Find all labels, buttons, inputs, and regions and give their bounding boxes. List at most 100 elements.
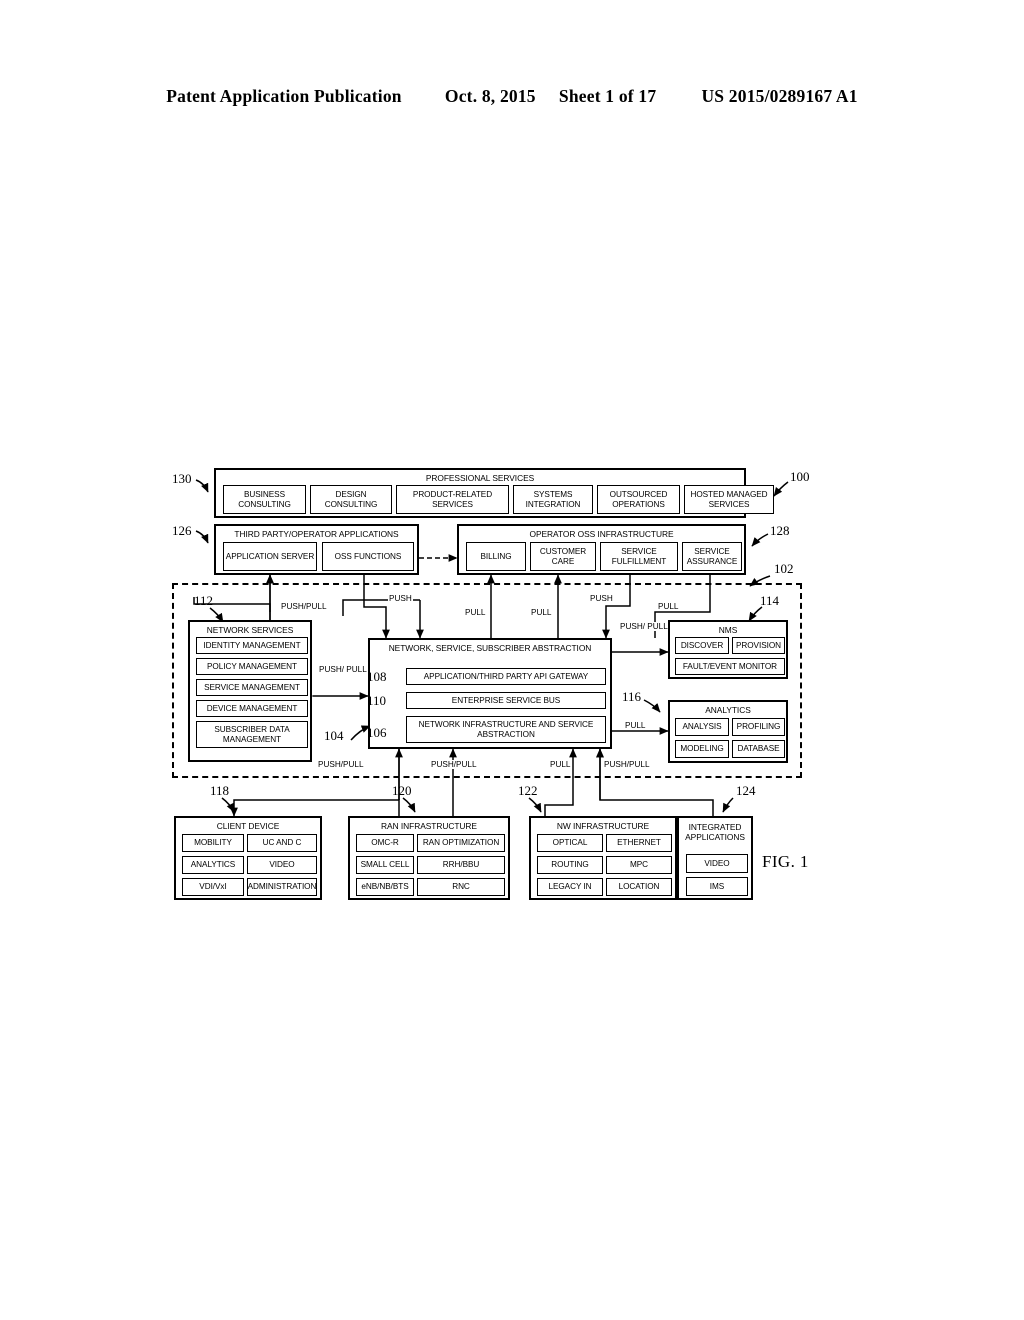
ran-item-rrh-bbu[interactable]: RRH/BBU xyxy=(417,856,505,874)
ia-item-label: VIDEO xyxy=(704,858,730,868)
ps-item-design-consulting[interactable]: DESIGN CONSULTING xyxy=(310,485,392,514)
ref-120: 120 xyxy=(392,783,412,798)
cd-item-video[interactable]: VIDEO xyxy=(247,856,317,874)
flow-label-push-pull-client: PUSH/PULL xyxy=(317,760,365,770)
ns-item-subscriber-data-management[interactable]: SUBSCRIBER DATA MANAGEMENT xyxy=(196,721,308,748)
nms-item-discover[interactable]: DISCOVER xyxy=(675,637,729,654)
cd-item-label: UC AND C xyxy=(262,838,302,848)
tpa-item-oss-functions[interactable]: OSS FUNCTIONS xyxy=(322,542,414,571)
ps-item-label: SYSTEMS INTEGRATION xyxy=(525,489,581,509)
nw-item-location[interactable]: LOCATION xyxy=(606,878,672,896)
nw-item-mpc[interactable]: MPC xyxy=(606,856,672,874)
nw-item-label: MPC xyxy=(629,860,649,870)
third-party-applications-group: THIRD PARTY/OPERATOR APPLICATIONS APPLIC… xyxy=(214,524,419,575)
nw-infrastructure-group: NW INFRASTRUCTURE OPTICAL ETHERNET ROUTI… xyxy=(529,816,677,900)
ps-item-business-consulting[interactable]: BUSINESS CONSULTING xyxy=(223,485,306,514)
ref-108: 108 xyxy=(367,669,387,684)
nw-item-legacy-in[interactable]: LEGACY IN xyxy=(537,878,603,896)
nw-item-label: OPTICAL xyxy=(552,838,588,848)
abstraction-layer-label: NETWORK INFRASTRUCTURE AND SERVICE ABSTR… xyxy=(418,719,594,739)
nw-infrastructure-title: NW INFRASTRUCTURE xyxy=(556,821,650,831)
ns-item-identity-management[interactable]: IDENTITY MANAGEMENT xyxy=(196,637,308,654)
flow-label-push-2: PUSH xyxy=(589,594,614,604)
ref-114: 114 xyxy=(760,593,780,608)
flow-label-push-pull-nms: PUSH/ PULL xyxy=(619,622,668,632)
analytics-item-label: MODELING xyxy=(680,744,724,754)
analytics-item-database[interactable]: DATABASE xyxy=(732,740,785,758)
cd-item-administration[interactable]: ADMINISTRATION xyxy=(247,878,317,896)
ref-128: 128 xyxy=(770,523,790,538)
integrated-applications-title: INTEGRATED APPLICATIONS xyxy=(685,822,745,842)
cd-item-label: ADMINISTRATION xyxy=(247,882,317,892)
nms-item-label: FAULT/EVENT MONITOR xyxy=(682,661,778,671)
nms-item-fault-event-monitor[interactable]: FAULT/EVENT MONITOR xyxy=(675,658,785,675)
ref-100: 100 xyxy=(790,469,810,484)
oss-item-customer-care[interactable]: CUSTOMER CARE xyxy=(530,542,596,571)
nw-item-routing[interactable]: ROUTING xyxy=(537,856,603,874)
ps-item-label: DESIGN CONSULTING xyxy=(324,489,378,509)
ps-item-label: PRODUCT-RELATED SERVICES xyxy=(412,489,493,509)
ran-item-rnc[interactable]: RNC xyxy=(417,878,505,896)
analytics-item-profiling[interactable]: PROFILING xyxy=(732,718,785,736)
flow-label-pull-2: PULL xyxy=(530,608,553,618)
ran-infrastructure-title: RAN INFRASTRUCTURE xyxy=(381,821,477,831)
oss-item-service-assurance[interactable]: SERVICE ASSURANCE xyxy=(682,542,742,571)
abstraction-group: NETWORK, SERVICE, SUBSCRIBER ABSTRACTION… xyxy=(368,638,612,749)
ran-item-ran-optimization[interactable]: RAN OPTIMIZATION xyxy=(417,834,505,852)
nms-item-provision[interactable]: PROVISION xyxy=(732,637,785,654)
ps-item-systems-integration[interactable]: SYSTEMS INTEGRATION xyxy=(513,485,593,514)
ns-item-device-management[interactable]: DEVICE MANAGEMENT xyxy=(196,700,308,717)
cd-item-analytics[interactable]: ANALYTICS xyxy=(182,856,244,874)
abstraction-title: NETWORK, SERVICE, SUBSCRIBER ABSTRACTION xyxy=(370,643,610,653)
analytics-title: ANALYTICS xyxy=(705,705,751,715)
oss-item-service-fulfillment[interactable]: SERVICE FULFILLMENT xyxy=(600,542,678,571)
analytics-item-modeling[interactable]: MODELING xyxy=(675,740,729,758)
ia-item-ims[interactable]: IMS xyxy=(686,877,748,896)
third-party-applications-title: THIRD PARTY/OPERATOR APPLICATIONS xyxy=(234,529,399,539)
flow-label-push-pull-netsvc: PUSH/ PULL xyxy=(318,665,367,675)
oss-item-billing[interactable]: BILLING xyxy=(466,542,526,571)
oss-item-label: SERVICE ASSURANCE xyxy=(686,546,738,566)
flow-label-pull-3: PULL xyxy=(657,602,680,612)
cd-item-label: MOBILITY xyxy=(194,838,232,848)
ns-item-policy-management[interactable]: POLICY MANAGEMENT xyxy=(196,658,308,675)
ref-106: 106 xyxy=(367,725,387,740)
ref-112: 112 xyxy=(194,593,214,608)
ns-item-label: SUBSCRIBER DATA MANAGEMENT xyxy=(214,724,290,744)
ref-104: 104 xyxy=(324,728,344,743)
nms-item-label: DISCOVER xyxy=(680,640,724,650)
analytics-item-analysis[interactable]: ANALYSIS xyxy=(675,718,729,736)
tpa-item-label: APPLICATION SERVER xyxy=(225,551,315,561)
integrated-applications-group: INTEGRATED APPLICATIONS VIDEO IMS xyxy=(677,816,753,900)
abstraction-layer-enterprise-service-bus[interactable]: ENTERPRISE SERVICE BUS xyxy=(406,692,606,709)
abstraction-layer-api-gateway[interactable]: APPLICATION/THIRD PARTY API GATEWAY xyxy=(406,668,606,685)
ran-item-omc-r[interactable]: OMC-R xyxy=(356,834,414,852)
ps-item-label: OUTSOURCED OPERATIONS xyxy=(609,489,668,509)
professional-services-group: PROFESSIONAL SERVICES BUSINESS CONSULTIN… xyxy=(214,468,774,518)
nw-item-optical[interactable]: OPTICAL xyxy=(537,834,603,852)
ps-item-label: BUSINESS CONSULTING xyxy=(238,489,291,509)
cd-item-uc-and-c[interactable]: UC AND C xyxy=(247,834,317,852)
tpa-item-application-server[interactable]: APPLICATION SERVER xyxy=(223,542,317,571)
ps-item-hosted-managed-services[interactable]: HOSTED MANAGED SERVICES xyxy=(684,485,774,514)
ref-118: 118 xyxy=(210,783,230,798)
ps-item-label: HOSTED MANAGED SERVICES xyxy=(690,489,768,509)
ran-item-small-cell[interactable]: SMALL CELL xyxy=(356,856,414,874)
cd-item-mobility[interactable]: MOBILITY xyxy=(182,834,244,852)
ran-item-label: RNC xyxy=(452,882,470,892)
nw-item-ethernet[interactable]: ETHERNET xyxy=(606,834,672,852)
ia-item-label: IMS xyxy=(709,881,725,891)
ps-item-product-related-services[interactable]: PRODUCT-RELATED SERVICES xyxy=(396,485,509,514)
abstraction-layer-label: APPLICATION/THIRD PARTY API GATEWAY xyxy=(423,671,589,681)
client-device-group: CLIENT DEVICE MOBILITY UC AND C ANALYTIC… xyxy=(174,816,322,900)
cd-item-vdi-vxi[interactable]: VDI/VxI xyxy=(182,878,244,896)
figure-label: FIG. 1 xyxy=(762,852,809,871)
ps-item-outsourced-operations[interactable]: OUTSOURCED OPERATIONS xyxy=(597,485,680,514)
ia-item-video[interactable]: VIDEO xyxy=(686,854,748,873)
abstraction-layer-network-infrastructure[interactable]: NETWORK INFRASTRUCTURE AND SERVICE ABSTR… xyxy=(406,716,606,743)
ran-item-label: RRH/BBU xyxy=(442,860,480,870)
ran-item-label: OMC-R xyxy=(371,838,399,848)
ran-item-enb-nb-bts[interactable]: eNB/NB/BTS xyxy=(356,878,414,896)
network-services-title: NETWORK SERVICES xyxy=(206,625,294,635)
ns-item-service-management[interactable]: SERVICE MANAGEMENT xyxy=(196,679,308,696)
